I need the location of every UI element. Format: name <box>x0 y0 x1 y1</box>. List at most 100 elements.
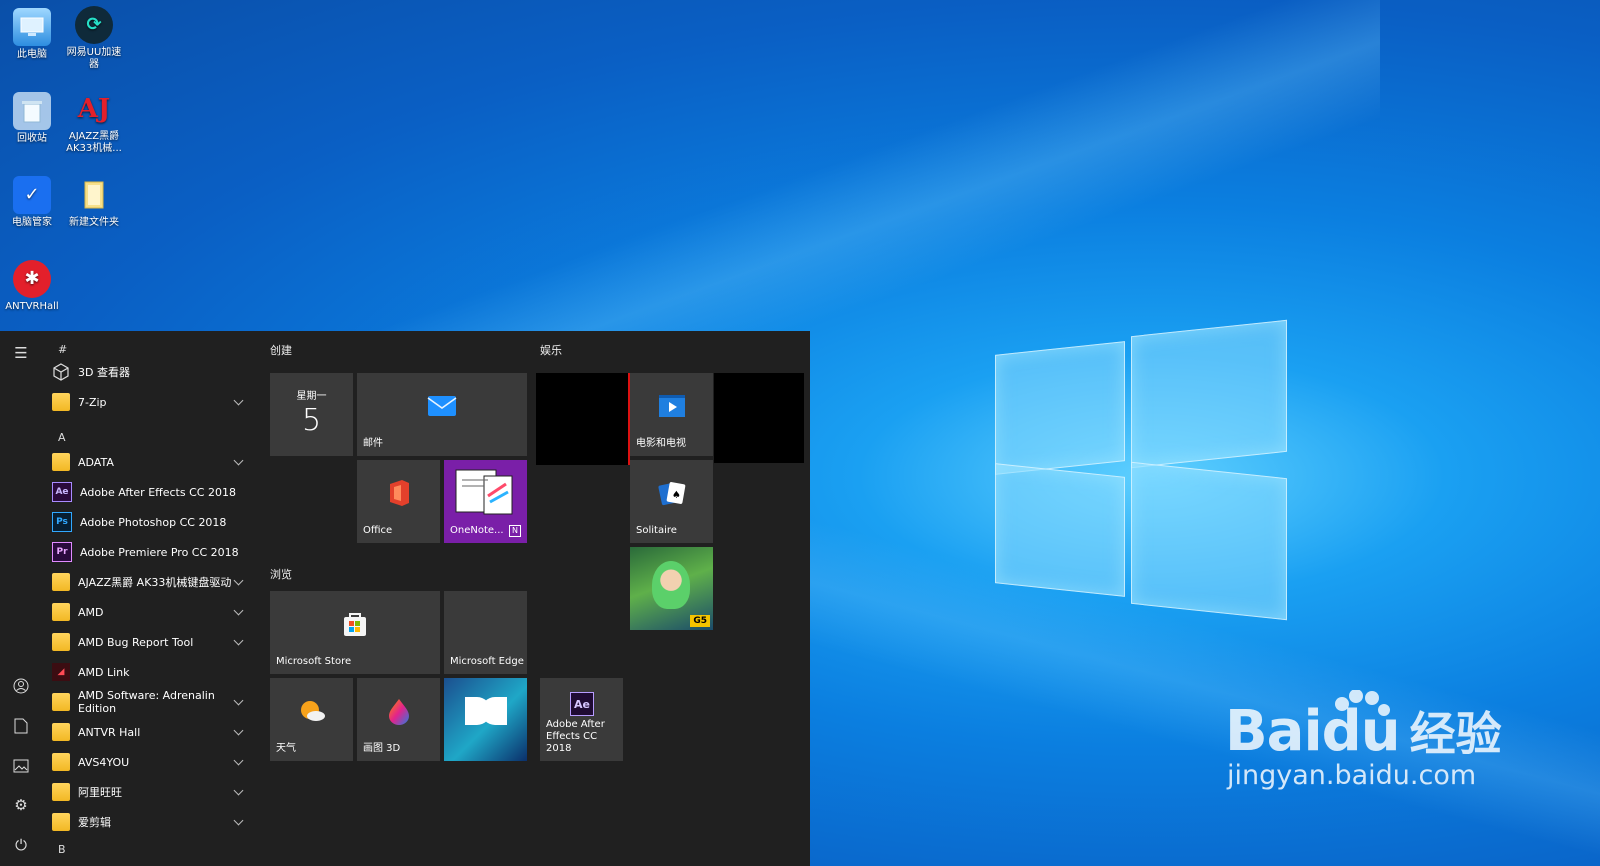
list-item[interactable]: ◢ AMD Link <box>52 659 252 685</box>
tile-label: Microsoft Edge <box>450 656 524 667</box>
calendar-weekday: 星期一 <box>296 391 327 402</box>
list-item[interactable]: Ps Adobe Photoshop CC 2018 <box>52 509 252 535</box>
folder-icon <box>52 633 70 651</box>
cube-icon <box>52 363 70 381</box>
list-item[interactable]: Ae Adobe After Effects CC 2018 <box>52 479 252 505</box>
list-item-label: ANTVR Hall <box>78 725 141 739</box>
desktop-icon-new-folder[interactable]: 新建文件夹 <box>62 176 126 229</box>
film-play-icon <box>658 394 686 422</box>
list-item[interactable]: AVS4YOU <box>52 749 252 775</box>
chevron-down-icon <box>233 395 244 406</box>
desktop-icon-label: ANTVRHall <box>5 301 59 312</box>
folder-icon <box>52 813 70 831</box>
desktop-icon-label: AJAZZ黑爵AK33机械... <box>66 131 122 154</box>
list-item[interactable]: AJAZZ黑爵 AK33机械键盘驱动 <box>52 569 252 595</box>
tile-microsoft-edge[interactable]: Microsoft Edge <box>444 591 527 674</box>
list-item-label: AVS4YOU <box>78 755 130 769</box>
svg-text:♠: ♠ <box>672 490 681 501</box>
tile-group-label[interactable]: 创建 <box>270 342 292 358</box>
list-item-label: AJAZZ黑爵 AK33机械键盘驱动 <box>78 576 232 589</box>
chevron-down-icon <box>233 455 244 466</box>
list-section-header[interactable]: B <box>58 843 66 856</box>
tile-calendar[interactable]: 星期一 5 <box>270 373 353 456</box>
watermark-url: jingyan.baidu.com <box>1227 760 1477 791</box>
user-account-icon[interactable] <box>9 674 33 698</box>
game-character-illustration-icon <box>652 561 690 609</box>
tile-onenote[interactable]: OneNote... N <box>444 460 527 543</box>
pictures-icon[interactable] <box>9 754 33 778</box>
chevron-down-icon <box>233 575 244 586</box>
g5-badge: G5 <box>690 615 710 627</box>
list-item-label: 爱剪辑 <box>78 816 111 829</box>
tile-group-label[interactable]: 浏览 <box>270 566 292 582</box>
tile-solitaire[interactable]: ♠ Solitaire <box>630 460 713 543</box>
tile-label: Adobe After Effects CC 2018 <box>546 719 605 754</box>
desktop-icon-recycle-bin[interactable]: 回收站 <box>0 92 64 145</box>
desktop-icon-pc-manager[interactable]: ✓ 电脑管家 <box>0 176 64 229</box>
tile-label: OneNote... <box>450 525 504 536</box>
list-item-label: AMD Software: Adrenalin Edition <box>78 689 215 715</box>
list-item[interactable]: ANTVR Hall <box>52 719 252 745</box>
uu-accelerator-icon: ⟳ <box>75 6 113 44</box>
tile-live-black[interactable] <box>714 373 804 463</box>
chevron-down-icon <box>233 635 244 646</box>
tile-label: 天气 <box>276 743 296 754</box>
power-icon[interactable]: ⏻ <box>9 833 33 857</box>
desktop-icon-antvr[interactable]: ✱ ANTVRHall <box>0 260 64 313</box>
desktop-icon-ajazz[interactable]: AJ AJAZZ黑爵AK33机械... <box>62 90 126 155</box>
list-item[interactable]: 阿里旺旺 <box>52 779 252 805</box>
list-item[interactable]: 3D 查看器 <box>52 359 252 385</box>
desktop-icon-uu[interactable]: ⟳ 网易UU加速器 <box>62 6 126 71</box>
list-item-label: 阿里旺旺 <box>78 786 122 799</box>
folder-icon <box>52 603 70 621</box>
tile-weather[interactable]: 天气 <box>270 678 353 761</box>
after-effects-icon: Ae <box>570 692 594 716</box>
folder-icon <box>52 573 70 591</box>
list-item[interactable]: AMD Software: Adrenalin Edition <box>52 689 252 715</box>
tile-live-media[interactable] <box>536 373 630 465</box>
list-item-label: 3D 查看器 <box>78 366 130 379</box>
amd-link-icon: ◢ <box>52 663 70 681</box>
list-item[interactable]: AMD Bug Report Tool <box>52 629 252 655</box>
tile-group-label[interactable]: 娱乐 <box>540 342 562 358</box>
tile-dolby[interactable] <box>444 678 527 761</box>
folder-icon <box>52 693 70 711</box>
tile-microsoft-store[interactable]: Microsoft Store <box>270 591 440 674</box>
list-item[interactable]: 爱剪辑 <box>52 809 252 835</box>
office-icon <box>386 479 412 511</box>
list-item-label: Adobe After Effects CC 2018 <box>80 485 236 499</box>
desktop-icon-this-pc[interactable]: 此电脑 <box>0 8 64 61</box>
app-list: # 3D 查看器 7-Zip A ADATA Ae Adobe After Ef… <box>42 331 256 866</box>
folder-icon <box>52 453 70 471</box>
list-item[interactable]: 7-Zip <box>52 389 252 415</box>
tile-paint-3d[interactable]: 画图 3D <box>357 678 440 761</box>
list-item[interactable]: Pr Adobe Premiere Pro CC 2018 <box>52 539 252 565</box>
recycle-bin-icon <box>13 92 51 130</box>
weather-sun-cloud-icon <box>297 698 327 728</box>
hamburger-menu-icon[interactable]: ☰ <box>9 341 33 365</box>
calendar-date: 5 <box>301 403 322 438</box>
chevron-down-icon <box>233 815 244 826</box>
watermark-suffix: 经验 <box>1409 707 1502 761</box>
tile-after-effects[interactable]: Ae Adobe After Effects CC 2018 <box>540 678 623 761</box>
tile-movies-tv[interactable]: 电影和电视 <box>630 373 713 456</box>
list-item-label: Adobe Photoshop CC 2018 <box>80 515 227 529</box>
list-item-label: ADATA <box>78 455 114 469</box>
settings-gear-icon[interactable]: ⚙ <box>9 793 33 817</box>
tile-game-g5[interactable]: G5 <box>630 547 713 630</box>
cards-icon: ♠ <box>657 480 687 510</box>
list-item[interactable]: AMD <box>52 599 252 625</box>
chevron-down-icon <box>233 755 244 766</box>
tile-label: 画图 3D <box>363 743 401 754</box>
start-rail: ☰ ⚙ ⏻ <box>0 331 42 866</box>
tile-mail[interactable]: 邮件 <box>357 373 527 456</box>
desktop-icon-label: 网易UU加速器 <box>66 47 122 70</box>
documents-icon[interactable] <box>9 714 33 738</box>
list-section-header[interactable]: # <box>58 343 67 356</box>
list-item[interactable]: ADATA <box>52 449 252 475</box>
tile-label: Solitaire <box>636 525 677 536</box>
tile-office[interactable]: Office <box>357 460 440 543</box>
list-section-header[interactable]: A <box>58 431 66 444</box>
list-item-label: AMD Bug Report Tool <box>78 635 194 649</box>
folder-icon <box>52 753 70 771</box>
